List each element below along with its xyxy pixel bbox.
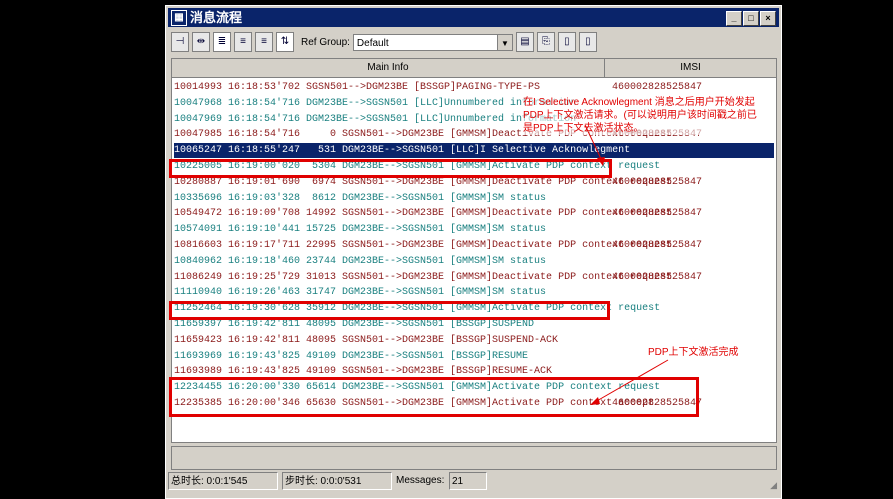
arrow-head-second [590, 397, 600, 405]
annotation-arrows [584, 124, 669, 405]
arrow-head-first [597, 157, 605, 166]
arrow-line-second [594, 359, 669, 403]
arrow-line-first [584, 124, 604, 164]
